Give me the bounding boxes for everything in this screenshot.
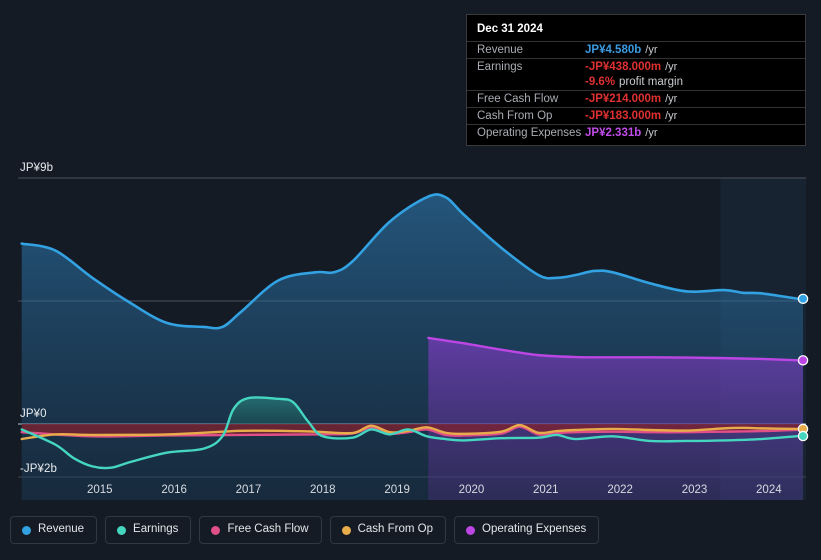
- x-axis-tick: 2017: [235, 484, 262, 496]
- tooltip-row: -9.6% profit margin: [467, 75, 805, 90]
- legend-item-cash-from-op[interactable]: Cash From Op: [329, 516, 447, 544]
- chart-legend: Revenue Earnings Free Cash Flow Cash From O…: [10, 516, 600, 544]
- x-axis-tick: 2018: [309, 484, 336, 496]
- x-axis-tick: 2023: [681, 484, 708, 496]
- x-axis-tick: 2020: [458, 484, 485, 496]
- tooltip-row: Revenue JP¥4.580b/yr: [467, 41, 805, 58]
- legend-item-operating-expenses[interactable]: Operating Expenses: [454, 516, 600, 544]
- x-axis-tick: 2024: [756, 484, 782, 496]
- tooltip-row-unit: /yr: [645, 44, 658, 56]
- x-axis-tick: 2022: [607, 484, 633, 496]
- tooltip-row: Operating Expenses JP¥2.331b/yr: [467, 124, 805, 141]
- tooltip-row-label: Revenue: [477, 44, 524, 56]
- x-axis-tick: 2015: [86, 484, 113, 496]
- legend-item-free-cash-flow[interactable]: Free Cash Flow: [199, 516, 322, 544]
- legend-item-label: Cash From Op: [357, 523, 434, 536]
- tooltip-row-label: Free Cash Flow: [477, 93, 559, 105]
- legend-item-label: Earnings: [133, 523, 179, 536]
- legend-item-earnings[interactable]: Earnings: [105, 516, 192, 544]
- tooltip-row: Free Cash Flow -JP¥214.000m/yr: [467, 90, 805, 107]
- tooltip-row-value: JP¥2.331b: [585, 127, 642, 139]
- y-axis-tick: -JP¥2b: [20, 462, 58, 475]
- tooltip-rows: Revenue JP¥4.580b/yr Earnings -JP¥438.000m /…: [467, 41, 805, 141]
- x-axis-tick: 2019: [384, 484, 410, 496]
- tooltip-row-value: -JP¥183.000m: [585, 110, 662, 122]
- y-axis-tick: JP¥9b: [20, 162, 54, 174]
- tooltip-row-value: -JP¥214.000m: [585, 93, 662, 105]
- tooltip-row-unit: /yr: [665, 93, 678, 105]
- legend-color-dot-icon: [466, 525, 476, 535]
- x-axis-tick: 2021: [533, 484, 559, 496]
- tooltip-row-value: -JP¥438.000m: [585, 61, 662, 73]
- legend-item-revenue[interactable]: Revenue: [10, 516, 98, 544]
- tooltip-row-subtext: profit margin: [619, 75, 683, 88]
- tooltip-row-unit: /yr: [665, 110, 678, 122]
- tooltip-date: Dec 31 2024: [477, 23, 543, 35]
- tooltip-row-unit: /yr: [645, 127, 658, 139]
- legend-color-dot-icon: [341, 525, 351, 535]
- legend-item-label: Revenue: [38, 523, 85, 536]
- legend-color-dot-icon: [117, 525, 127, 535]
- legend-color-dot-icon: [211, 525, 221, 535]
- data-tooltip: Dec 31 2024 Revenue JP¥4.580b/yr Earnings -…: [466, 14, 806, 146]
- tooltip-row-value: -9.6%: [585, 75, 616, 88]
- financial-chart-page: JP¥9b JP¥0 -JP¥2b 2015 2016 2017 2018 2019 2020…: [0, 0, 821, 560]
- tooltip-row: Earnings -JP¥438.000m/yr: [467, 58, 805, 75]
- y-axis-tick: JP¥0: [20, 408, 47, 420]
- tooltip-row-label: Operating Expenses: [477, 127, 582, 139]
- legend-item-label: Free Cash Flow: [227, 523, 309, 536]
- tooltip-row-value: JP¥4.580b: [585, 44, 642, 56]
- tooltip-row-label: Earnings: [477, 61, 523, 73]
- x-axis-tick: 2016: [161, 484, 187, 496]
- legend-color-dot-icon: [22, 525, 31, 535]
- tooltip-row-unit: /yr: [665, 61, 678, 73]
- legend-item-label: Operating Expenses: [482, 523, 587, 536]
- tooltip-row-label: Cash From Op: [477, 110, 553, 122]
- tooltip-row: Cash From Op -JP¥183.000m/yr: [467, 107, 805, 124]
